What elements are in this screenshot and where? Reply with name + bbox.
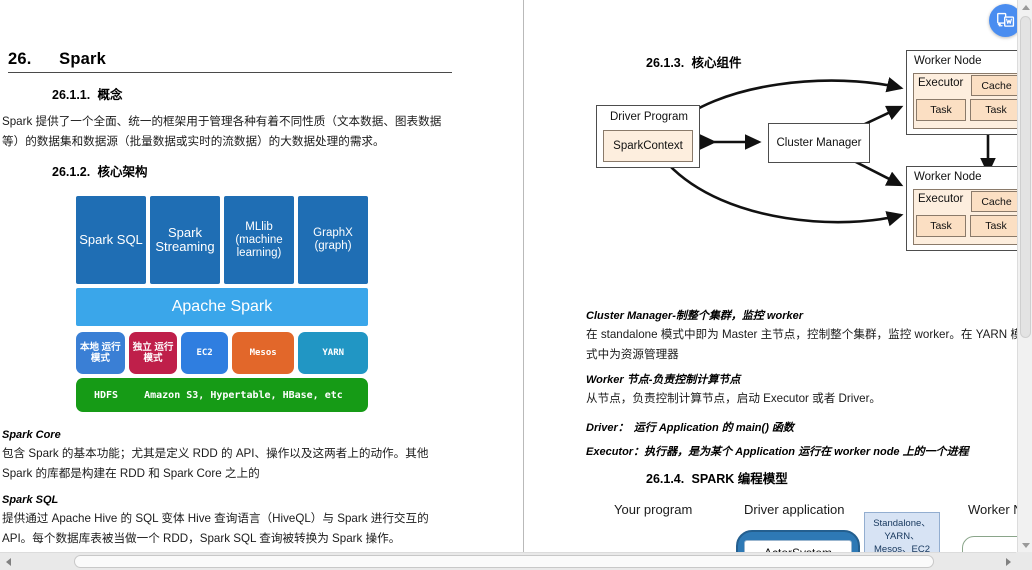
worker-node-1-label: Worker Node: [914, 55, 982, 67]
vertical-scrollbar-thumb[interactable]: [1020, 16, 1031, 338]
driver-program-label: Driver Program: [610, 111, 688, 123]
chevron-down-icon: [1021, 542, 1030, 548]
horizontal-scrollbar[interactable]: [0, 552, 1032, 570]
horizontal-scrollbar-thumb[interactable]: [74, 555, 934, 568]
scrollbar-corner: [1016, 552, 1032, 570]
core-components-figure: Driver Program SparkContext Cluster Mana…: [596, 40, 1017, 255]
stack-cell-mesos: Mesos: [231, 332, 295, 374]
worker-node-2-cache-box: Cache: [971, 191, 1017, 212]
chevron-right-icon: [1005, 557, 1011, 566]
scroll-down-button[interactable]: [1018, 538, 1032, 552]
heading-26-1-2-number: 26.1.2.: [52, 165, 91, 179]
definition-term-cluster-manager-en: Cluster Manager-: [586, 310, 676, 322]
stack-cell-storage: HDFS Amazon S3, Hypertable, HBase, etc: [76, 378, 368, 412]
pm-caption-worker-node: Worker Node: [968, 502, 1017, 517]
stack-cell-spark-streaming: Spark Streaming: [150, 196, 220, 284]
worker-node-1-task-1: Task: [916, 99, 966, 121]
chapter-title: Spark: [59, 50, 106, 68]
heading-26-1-2: 26.1.2. 核心架构: [52, 161, 148, 180]
worker-node-1-executor-label: Executor: [918, 77, 964, 89]
document-convert-icon: [997, 12, 1015, 27]
stack-cell-graphx: GraphX (graph): [298, 196, 368, 284]
vertical-scrollbar[interactable]: [1017, 0, 1032, 552]
worker-node-2-task-1: Task: [916, 215, 966, 237]
worker-node-2-executor-label: Executor: [918, 193, 964, 205]
heading-26-1-2-title: 核心架构: [97, 165, 148, 179]
heading-26-1-1-number: 26.1.1.: [52, 88, 91, 102]
programming-model-figure: Your program Driver application Worker N…: [564, 430, 1017, 552]
stack-cell-standalone-mode: 独立 运行模式: [128, 332, 178, 374]
document-viewer: 26. Spark 26.1.1. 概念 Spark 提供了一个全面、统一的框架…: [0, 0, 1032, 570]
definition-term-cluster-manager: Cluster Manager-制整个集群，监控 worker: [586, 307, 803, 323]
pm-actor-system-box: ActorSystem: [744, 540, 852, 552]
scroll-left-button[interactable]: [0, 553, 16, 570]
paragraph-concept: Spark 提供了一个全面、统一的框架用于管理各种有着不同性质（文本数据、图表数…: [2, 115, 442, 148]
stack-mid-layer: Apache Spark: [76, 288, 368, 326]
stack-cell-mllib: MLlib (machine learning): [224, 196, 294, 284]
stack-cell-spark-sql: Spark SQL: [76, 196, 146, 284]
definition-term-cluster-manager-cn: 制整个集群，监控 worker: [675, 310, 803, 322]
stack-cell-apache-spark: Apache Spark: [76, 288, 368, 326]
pm-worker-node-box: [962, 536, 1017, 552]
pm-caption-your-program: Your program: [614, 502, 693, 517]
definition-body-cluster-manager: 在 standalone 模式中即为 Master 主节点，控制整个集群，监控 …: [586, 328, 1017, 361]
stack-cell-local-mode: 本地 运行模式: [76, 332, 125, 374]
worker-node-1-cache-box: Cache: [971, 75, 1017, 96]
heading-26-1-1-title: 概念: [97, 88, 123, 102]
spark-context-box: SparkContext: [603, 130, 693, 162]
body-spark-core: 包含 Spark 的基本功能；尤其是定义 RDD 的 API、操作以及这两者上的…: [2, 447, 429, 480]
title-rule: [8, 72, 452, 73]
stack-label-storage-list: Amazon S3, Hypertable, HBase, etc: [144, 389, 343, 401]
stack-label-hdfs: HDFS: [94, 389, 119, 401]
worker-node-2-label: Worker Node: [914, 171, 982, 183]
stack-mode-layer: 本地 运行模式 独立 运行模式 EC2 Mesos YARN: [76, 332, 368, 374]
definition-term-worker-en: Worker: [586, 374, 627, 386]
worker-node-2-task-2: Task: [970, 215, 1017, 237]
subhead-spark-sql: Spark SQL: [2, 494, 59, 506]
pm-caption-driver-application: Driver application: [744, 502, 845, 517]
stack-cell-ec2: EC2: [181, 332, 228, 374]
stack-top-layer: Spark SQL Spark Streaming MLlib (machine…: [76, 196, 368, 284]
stack-cell-yarn: YARN: [298, 332, 368, 374]
heading-26-1-1: 26.1.1. 概念: [52, 84, 123, 103]
worker-node-1-task-2: Task: [970, 99, 1017, 121]
subhead-spark-core: Spark Core: [2, 429, 61, 441]
definition-term-worker: Worker 节点-负责控制计算节点: [586, 371, 740, 387]
pm-cluster-manager-box: Standalone、YARN、 Mesos、EC2: [864, 512, 940, 552]
scroll-up-button[interactable]: [1018, 0, 1032, 14]
cluster-manager-box: Cluster Manager: [768, 123, 870, 163]
stack-storage-layer: HDFS Amazon S3, Hypertable, HBase, etc: [76, 378, 368, 412]
definition-body-worker: 从节点，负责控制计算节点，启动 Executor 或者 Driver。: [586, 392, 882, 405]
chevron-left-icon: [5, 557, 11, 566]
spark-stack-figure: Spark SQL Spark Streaming MLlib (machine…: [76, 196, 368, 418]
document-page-left: 26. Spark 26.1.1. 概念 Spark 提供了一个全面、统一的框架…: [0, 0, 523, 552]
chapter-number: 26.: [8, 50, 32, 68]
page-title: 26. Spark: [8, 50, 106, 69]
chevron-up-icon: [1021, 4, 1030, 10]
scroll-right-button[interactable]: [1000, 553, 1016, 570]
body-spark-sql: 提供通过 Apache Hive 的 SQL 变体 Hive 查询语言（Hive…: [2, 512, 429, 545]
document-page-right: 26.1.3. 核心组件 Driver Program SparkContext…: [524, 0, 1017, 552]
definition-term-worker-cn: 节点-负责控制计算节点: [626, 374, 741, 386]
